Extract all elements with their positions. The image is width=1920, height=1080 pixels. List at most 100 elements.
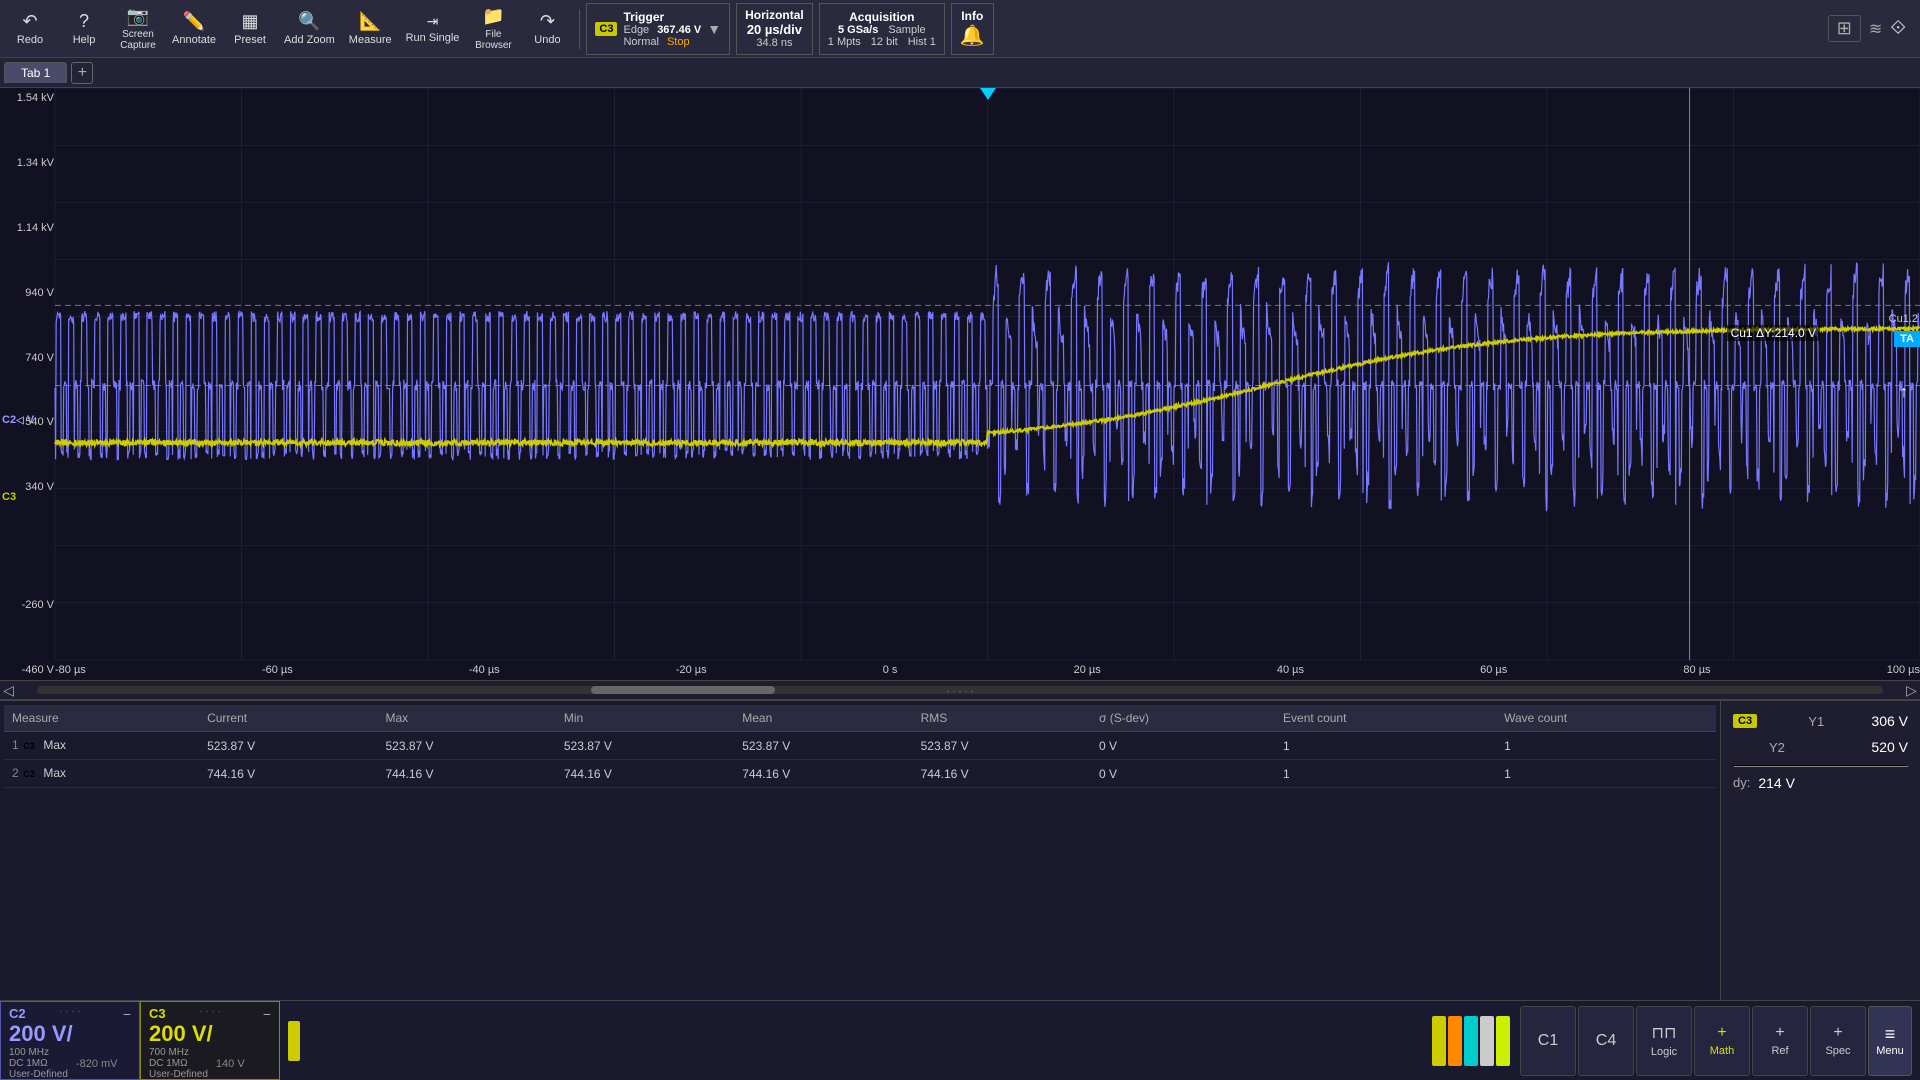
menu-button[interactable]: ≡ Menu: [1868, 1006, 1912, 1076]
swatch-c3-yellow: [1432, 1016, 1446, 1066]
col-mean: Mean: [734, 705, 912, 732]
trigger-section[interactable]: C3 Trigger Edge 367.46 V Normal Stop ▼: [586, 3, 730, 55]
c3-channel-label: C3: [2, 491, 16, 503]
hamburger-icon: ≡: [1885, 1024, 1896, 1045]
c3-offset: 140 V: [216, 1058, 245, 1070]
preset-button[interactable]: ▦ Preset: [224, 3, 276, 55]
trigger-marker: [980, 88, 996, 100]
c4-button[interactable]: C4: [1578, 1006, 1634, 1076]
divider: [579, 9, 580, 49]
ref-plus-icon: +: [1775, 1024, 1784, 1042]
col-rms: RMS: [913, 705, 1091, 732]
horizontal-section[interactable]: Horizontal 20 µs/div 34.8 ns: [736, 3, 813, 55]
c3-minimize-button[interactable]: −: [263, 1006, 271, 1022]
color-swatches: [288, 1001, 300, 1080]
ta-badge: TA: [1894, 331, 1920, 347]
pencil-icon: ✏️: [183, 11, 205, 32]
waveform-display[interactable]: 1.54 kV 1.34 kV 1.14 kV 940 V 740 V 540 …: [0, 88, 1920, 680]
measure-icon: 📐: [359, 11, 381, 32]
trigger-dropdown-icon[interactable]: ▼: [707, 21, 721, 37]
spec-button[interactable]: + Spec: [1810, 1006, 1866, 1076]
logic-icon: ⊓⊓: [1652, 1023, 1677, 1043]
swatch-orange: [1448, 1016, 1462, 1066]
c2-probe: User-Defined: [9, 1069, 68, 1080]
col-measure: Measure: [4, 705, 199, 732]
cursor-dy-row: dy: 214 V: [1733, 775, 1908, 791]
col-max: Max: [377, 705, 555, 732]
waveform-settings-icon[interactable]: ≋: [1869, 19, 1882, 39]
annotate-button[interactable]: ✏️ Annotate: [166, 3, 222, 55]
oscilloscope-container: Tab 1 + 1.54 kV 1.34 kV 1.14 kV 940 V 74…: [0, 58, 1920, 1080]
camera-icon: 📷: [127, 6, 149, 27]
add-tab-button[interactable]: +: [71, 62, 93, 84]
col-min: Min: [556, 705, 734, 732]
add-zoom-button[interactable]: 🔍 Add Zoom: [278, 3, 341, 55]
scroll-right-button[interactable]: ▷: [1903, 681, 1920, 699]
spec-plus-icon: +: [1833, 1024, 1842, 1042]
toolbar: ↶ Redo ? Help 📷 ScreenCapture ✏️ Annotat…: [0, 0, 1920, 58]
c2-minimize-button[interactable]: −: [123, 1006, 131, 1022]
preset-icon: ▦: [242, 11, 259, 32]
trigger-channel-badge: C3: [595, 22, 617, 36]
ref-button[interactable]: + Ref: [1752, 1006, 1808, 1076]
undo-button[interactable]: ↷ Undo: [521, 3, 573, 55]
swatch-cyan: [1464, 1016, 1478, 1066]
screen-capture-button[interactable]: 📷 ScreenCapture: [112, 3, 164, 55]
info-section[interactable]: Info 🔔: [951, 3, 994, 55]
table-row: 1 C3 Max 523.87 V 523.87 V 523.87 V 523.…: [4, 732, 1716, 760]
brand-icon: ⟐: [1890, 17, 1906, 40]
c4-icon: C4: [1596, 1032, 1616, 1050]
swatch-lime: [1496, 1016, 1510, 1066]
help-button[interactable]: ? Help: [58, 3, 110, 55]
scroll-area[interactable]: ◁ · · · · · ▷: [0, 680, 1920, 700]
c2-freq: 100 MHz: [9, 1047, 68, 1058]
cursor-channel-indicator: C3: [1733, 714, 1757, 728]
zoom-icon: 🔍: [298, 11, 320, 32]
col-event-count: Event count: [1275, 705, 1496, 732]
c3-channel-box[interactable]: · · · · − C3 200 V/ 700 MHz DC 1MΩ User-…: [140, 1001, 280, 1080]
measure-table: Measure Current Max Min Mean RMS σ (S-de…: [4, 705, 1716, 788]
scroll-left-button[interactable]: ◁: [0, 681, 17, 699]
c2-offset: -820 mV: [76, 1058, 118, 1070]
table-header-row: Measure Current Max Min Mean RMS σ (S-de…: [4, 705, 1716, 732]
bottom-right-buttons: C1 C4 ⊓⊓ Logic + Math + Ref + Spec ≡: [1424, 1001, 1920, 1080]
col-sdev: σ (S-dev): [1091, 705, 1275, 732]
c3-freq: 700 MHz: [149, 1047, 208, 1058]
help-icon: ?: [79, 11, 89, 32]
col-wave-count: Wave count: [1496, 705, 1716, 732]
measure-button[interactable]: 📐 Measure: [343, 3, 398, 55]
cursor-channel-row: C3 Y1 306 V: [1733, 713, 1908, 729]
trigger-title: Trigger: [623, 10, 701, 24]
scroll-dots: · · · · ·: [946, 686, 974, 697]
redo-button[interactable]: ↶ Redo: [4, 3, 56, 55]
logic-button[interactable]: ⊓⊓ Logic: [1636, 1006, 1692, 1076]
table-row: 2 C2 Max 744.16 V 744.16 V 744.16 V 744.…: [4, 760, 1716, 788]
col-current: Current: [199, 705, 377, 732]
run-single-icon: ⇥: [427, 13, 439, 30]
file-icon: 📁: [482, 6, 504, 27]
cursor-y2-row: Y2 520 V: [1733, 739, 1908, 755]
channel-controls: · · · · − C2 200 V/ 100 MHz DC 1MΩ User-…: [0, 1000, 1920, 1080]
math-plus-icon: +: [1717, 1024, 1726, 1042]
c1-button[interactable]: C1: [1520, 1006, 1576, 1076]
c2-channel-box[interactable]: · · · · − C2 200 V/ 100 MHz DC 1MΩ User-…: [0, 1001, 140, 1080]
scroll-bar[interactable]: · · · · ·: [37, 686, 1882, 694]
swatch-gray: [1480, 1016, 1494, 1066]
run-single-button[interactable]: ⇥ Run Single: [400, 3, 466, 55]
c2-volts: 200 V/: [9, 1021, 131, 1047]
waveform-svg: [0, 88, 1920, 680]
grid-settings-icon[interactable]: ⊞: [1828, 15, 1861, 42]
cursor-panel: C3 Y1 306 V Y2 520 V dy: 214 V: [1720, 701, 1920, 1000]
c2-coupling: DC 1MΩ: [9, 1058, 68, 1069]
math-button[interactable]: + Math: [1694, 1006, 1750, 1076]
c3-coupling: DC 1MΩ: [149, 1058, 208, 1069]
c3-volts: 200 V/: [149, 1021, 271, 1047]
redo-icon: ↶: [22, 11, 37, 32]
up-arrow-marker: ↑: [1900, 384, 1908, 402]
tab-1[interactable]: Tab 1: [4, 62, 67, 83]
cu1-2-label: Cu1.2: [1889, 313, 1918, 325]
acquisition-section[interactable]: Acquisition 5 GSa/s Sample 1 Mpts 12 bit…: [819, 3, 945, 55]
scroll-thumb[interactable]: [591, 686, 776, 694]
c1-icon: C1: [1538, 1032, 1558, 1050]
file-browser-button[interactable]: 📁 FileBrowser: [467, 3, 519, 55]
